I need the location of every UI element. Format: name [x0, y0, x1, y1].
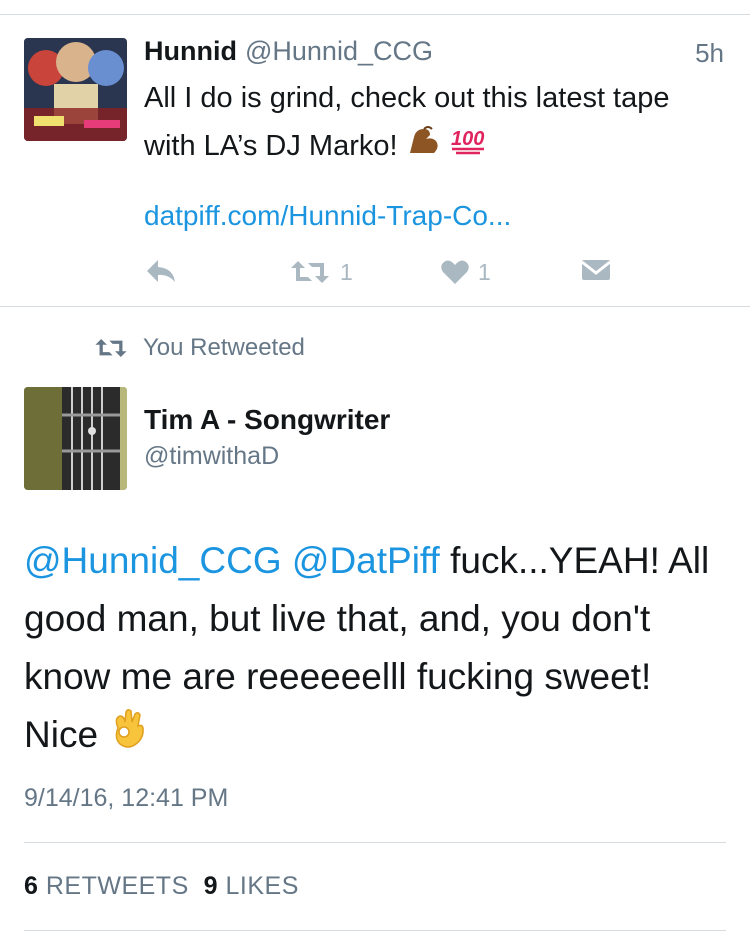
tweet2-stats: 6 RETWEETS 9 LIKES [24, 872, 299, 901]
retweets-label: RETWEETS [45, 872, 189, 900]
likes-stat[interactable]: 9 LIKES [204, 872, 299, 900]
heart-icon [441, 260, 469, 284]
likes-label: LIKES [225, 872, 299, 900]
timwithad-avatar[interactable] [24, 387, 127, 490]
envelope-icon [581, 260, 611, 280]
mention-hunnid-ccg[interactable]: @Hunnid_CCG [24, 540, 282, 581]
tweet2-text: @Hunnid_CCG @DatPiff fuck...YEAH! All go… [24, 532, 724, 767]
you-retweeted-label: You Retweeted [143, 334, 305, 361]
stats-divider-bottom [24, 930, 726, 931]
you-retweeted-banner: You Retweeted [93, 334, 305, 362]
ok-hand-icon [108, 708, 148, 767]
top-divider [0, 14, 750, 15]
retweet-button[interactable]: 1 [288, 256, 353, 288]
stats-divider-top [24, 842, 726, 843]
tweet1-handle[interactable]: @Hunnid_CCG [245, 36, 433, 66]
likes-count: 9 [203, 872, 219, 900]
direct-message-button[interactable] [580, 256, 612, 288]
retweets-count: 6 [24, 872, 39, 900]
tweet1-timestamp[interactable]: 5h [695, 38, 724, 69]
flexed-biceps-icon [406, 123, 442, 172]
retweet-icon [95, 339, 127, 357]
tweet1-author[interactable]: Hunnid @Hunnid_CCG [144, 36, 433, 67]
mention-datpiff[interactable]: @DatPiff [292, 540, 440, 581]
tweet2-datetime: 9/14/16, 12:41 PM [24, 784, 229, 812]
tweet1-name[interactable]: Hunnid [144, 36, 237, 66]
retweet-icon [291, 261, 329, 283]
tweet2-name[interactable]: Tim A - Songwriter [144, 404, 390, 436]
retweets-stat[interactable]: 6 RETWEETS [24, 872, 189, 900]
tweet1-link[interactable]: datpiff.com/Hunnid-Trap-Co... [144, 200, 511, 232]
retweet-count: 1 [340, 258, 353, 285]
svg-text:100: 100 [451, 128, 484, 150]
reply-button[interactable] [144, 256, 178, 288]
hundred-points-icon: 100 [450, 123, 488, 171]
tweet1-text: All I do is grind, check out this latest… [144, 74, 704, 172]
tweet-divider [0, 306, 750, 307]
like-button[interactable]: 1 [440, 256, 491, 288]
hunnid-avatar[interactable] [24, 38, 127, 141]
tweet2-handle[interactable]: @timwithaD [144, 442, 279, 471]
reply-icon [147, 260, 175, 282]
like-count: 1 [478, 258, 491, 285]
